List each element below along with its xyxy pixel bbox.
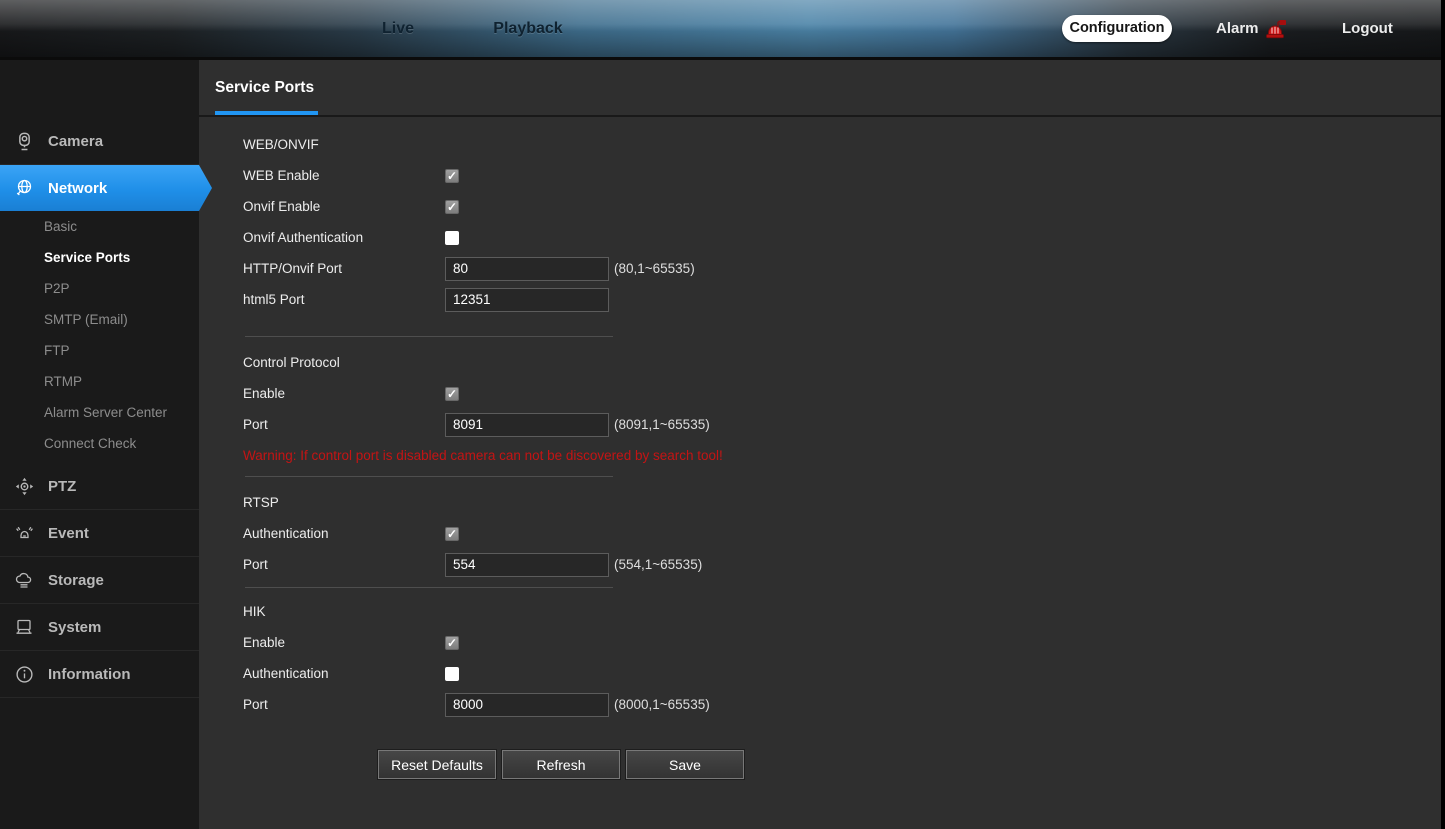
sidebar-item-system[interactable]: System [0, 604, 199, 651]
network-submenu: Basic Service Ports P2P SMTP (Email) FTP… [0, 211, 199, 459]
field-label: html5 Port [243, 292, 445, 307]
sidebar-subitem-service-ports[interactable]: Service Ports [0, 242, 199, 273]
section-title-control-protocol: Control Protocol [243, 347, 1445, 378]
sidebar-item-label: System [48, 619, 101, 636]
field-label: Enable [243, 635, 445, 650]
http-onvif-port-input[interactable] [445, 257, 609, 281]
form-row-rtsp-authentication: Authentication [243, 518, 1445, 549]
field-label: Authentication [243, 526, 445, 541]
computer-icon [13, 617, 35, 637]
window-right-edge [1441, 0, 1445, 829]
dpad-icon [13, 476, 35, 496]
port-range-hint: (8000,1~65535) [614, 697, 710, 712]
tab-playback[interactable]: Playback [480, 0, 576, 57]
form-row-onvif-enable: Onvif Enable [243, 191, 1445, 222]
sidebar-subitem-smtp[interactable]: SMTP (Email) [0, 304, 199, 335]
page-title: Service Ports [215, 79, 314, 97]
sidebar-item-information[interactable]: Information [0, 651, 199, 698]
form-row-http-onvif-port: HTTP/Onvif Port (80,1~65535) [243, 253, 1445, 284]
field-label: Port [243, 417, 445, 432]
hik-enable-checkbox[interactable] [445, 636, 459, 650]
sidebar-subitem-ftp[interactable]: FTP [0, 335, 199, 366]
rtsp-port-input[interactable] [445, 553, 609, 577]
sidebar-subitem-rtmp[interactable]: RTMP [0, 366, 199, 397]
field-label: Onvif Enable [243, 199, 445, 214]
rtsp-authentication-checkbox[interactable] [445, 527, 459, 541]
sidebar-item-label: Storage [48, 572, 104, 589]
port-range-hint: (554,1~65535) [614, 557, 702, 572]
refresh-button[interactable]: Refresh [502, 750, 620, 779]
sidebar-item-label: Network [48, 180, 107, 197]
field-label: HTTP/Onvif Port [243, 261, 445, 276]
page-tabbar: Service Ports [199, 60, 1445, 117]
onvif-enable-checkbox[interactable] [445, 200, 459, 214]
hik-port-input[interactable] [445, 693, 609, 717]
alarm-button[interactable]: Alarm [1216, 0, 1290, 57]
sidebar-item-storage[interactable]: Storage [0, 557, 199, 604]
sidebar-item-label: Information [48, 666, 131, 683]
content-area: Service Ports WEB/ONVIF WEB Enable Onvif… [199, 60, 1445, 829]
sidebar-subitem-alarm-server-center[interactable]: Alarm Server Center [0, 397, 199, 428]
reset-defaults-button[interactable]: Reset Defaults [378, 750, 496, 779]
webcam-icon [13, 131, 35, 151]
sidebar-item-event[interactable]: Event [0, 510, 199, 557]
sidebar-item-network[interactable]: Network [0, 165, 212, 211]
sidebar-item-camera[interactable]: Camera [0, 118, 199, 165]
control-port-input[interactable] [445, 413, 609, 437]
form-row-hik-enable: Enable [243, 627, 1445, 658]
form-row-html5-port: html5 Port [243, 284, 1445, 315]
section-divider [245, 336, 613, 337]
port-range-hint: (80,1~65535) [614, 261, 695, 276]
field-label: Onvif Authentication [243, 230, 445, 245]
alarm-label: Alarm [1216, 20, 1259, 37]
cloud-icon [13, 570, 35, 590]
field-label: Enable [243, 386, 445, 401]
section-divider [245, 587, 613, 588]
sidebar-item-label: PTZ [48, 478, 76, 495]
port-range-hint: (8091,1~65535) [614, 417, 710, 432]
html5-port-input[interactable] [445, 288, 609, 312]
section-divider [245, 476, 613, 477]
form-row-onvif-authentication: Onvif Authentication [243, 222, 1445, 253]
siren-icon [1264, 17, 1290, 41]
save-button[interactable]: Save [626, 750, 744, 779]
form-row-web-enable: WEB Enable [243, 160, 1445, 191]
sidebar-item-label: Camera [48, 133, 103, 150]
section-title-rtsp: RTSP [243, 487, 1445, 518]
sidebar-item-ptz[interactable]: PTZ [0, 463, 199, 510]
form-row-rtsp-port: Port (554,1~65535) [243, 549, 1445, 580]
web-enable-checkbox[interactable] [445, 169, 459, 183]
field-label: Authentication [243, 666, 445, 681]
onvif-authentication-checkbox[interactable] [445, 231, 459, 245]
info-circle-icon [13, 664, 35, 684]
tab-configuration[interactable]: Configuration [1062, 15, 1172, 42]
form-row-hik-port: Port (8000,1~65535) [243, 689, 1445, 720]
field-label: Port [243, 697, 445, 712]
form-row-hik-authentication: Authentication [243, 658, 1445, 689]
field-label: Port [243, 557, 445, 572]
sidebar-subitem-connect-check[interactable]: Connect Check [0, 428, 199, 459]
beacon-icon [13, 523, 35, 543]
sidebar: Camera Network Basic Service Ports P2P S… [0, 60, 199, 829]
tab-live[interactable]: Live [366, 0, 430, 57]
section-title-web-onvif: WEB/ONVIF [243, 129, 1445, 160]
form-row-control-enable: Enable [243, 378, 1445, 409]
sidebar-subitem-basic[interactable]: Basic [0, 211, 199, 242]
active-tab-underline [215, 111, 318, 115]
hik-authentication-checkbox[interactable] [445, 667, 459, 681]
form-row-control-port: Port (8091,1~65535) [243, 409, 1445, 440]
field-label: WEB Enable [243, 168, 445, 183]
topbar-bottom-edge [0, 57, 1445, 60]
control-enable-checkbox[interactable] [445, 387, 459, 401]
control-port-warning: Warning: If control port is disabled cam… [243, 440, 1445, 471]
service-ports-form: WEB/ONVIF WEB Enable Onvif Enable Onvif … [199, 117, 1445, 779]
section-title-hik: HIK [243, 596, 1445, 627]
globe-icon [13, 178, 35, 198]
sidebar-subitem-p2p[interactable]: P2P [0, 273, 199, 304]
sidebar-item-label: Event [48, 525, 89, 542]
top-navigation-bar: Live Playback Configuration Alarm Logout [0, 0, 1445, 57]
form-actions: Reset Defaults Refresh Save [378, 750, 1445, 779]
logout-button[interactable]: Logout [1342, 0, 1393, 57]
